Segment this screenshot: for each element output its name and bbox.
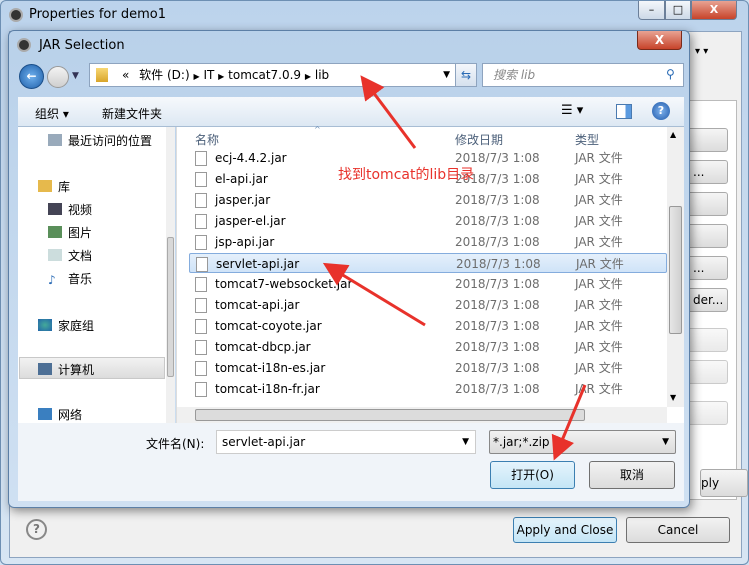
arrow-to-lib <box>360 75 417 149</box>
arrow-to-servlet-api <box>322 262 426 327</box>
arrow-to-open <box>551 384 587 461</box>
annotation-arrows <box>322 75 587 461</box>
